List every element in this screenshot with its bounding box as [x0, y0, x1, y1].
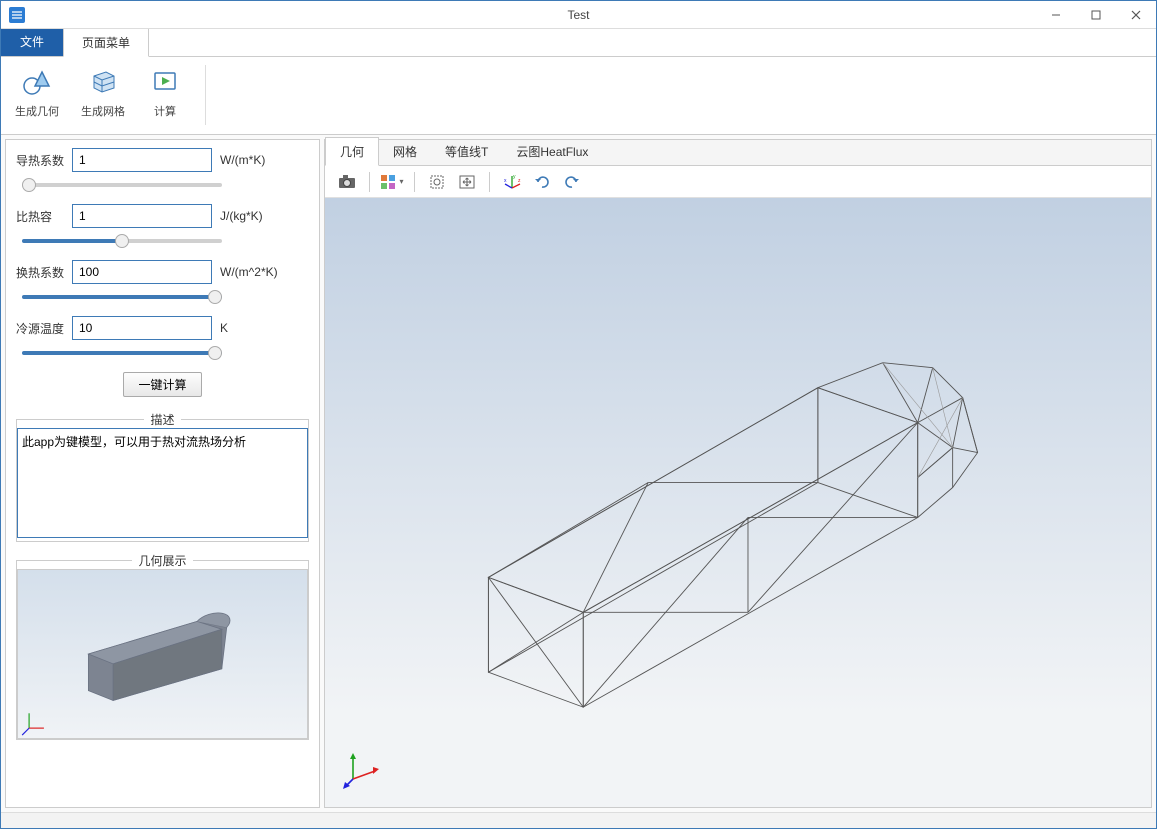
tab-isoline[interactable]: 等值线T — [431, 138, 502, 165]
one-click-compute-row: 一键计算 — [16, 372, 309, 397]
ribbon-mesh-label: 生成网格 — [81, 103, 125, 119]
ribbon-generate-mesh[interactable]: 生成网格 — [77, 61, 129, 121]
specific-heat-slider[interactable] — [22, 239, 222, 243]
cold-source-temp-slider-wrap — [22, 344, 222, 358]
geometry-icon — [19, 63, 55, 99]
thermal-conductivity-slider-wrap — [22, 176, 222, 190]
thermal-conductivity-slider[interactable] — [22, 183, 222, 187]
tab-cloud[interactable]: 云图HeatFlux — [502, 138, 602, 165]
param-heat-transfer-coef: 换热系数 W/(m^2*K) — [16, 260, 309, 284]
heat-transfer-coef-unit: W/(m^2*K) — [220, 265, 278, 279]
snapshot-button[interactable] — [333, 169, 361, 195]
menu-file[interactable]: 文件 — [1, 27, 63, 56]
menu-bar: 文件 页面菜单 — [1, 29, 1156, 57]
title-bar: Test — [1, 1, 1156, 29]
specific-heat-slider-wrap — [22, 232, 222, 246]
geometry-preview-fieldset: 几何展示 — [16, 552, 309, 740]
description-legend: 描述 — [144, 411, 180, 428]
zoom-extents-icon — [428, 174, 446, 190]
close-button[interactable] — [1116, 1, 1156, 28]
app-icon — [7, 5, 27, 25]
menu-page[interactable]: 页面菜单 — [63, 28, 149, 57]
rotate-cw-button[interactable] — [558, 169, 586, 195]
tab-mesh[interactable]: 网格 — [379, 138, 431, 165]
minimize-button[interactable] — [1036, 1, 1076, 28]
svg-text:z: z — [518, 178, 521, 184]
view-presets-button[interactable]: ▾ — [378, 169, 406, 195]
heat-transfer-coef-slider-wrap — [22, 288, 222, 302]
maximize-button[interactable] — [1076, 1, 1116, 28]
description-fieldset: 描述 — [16, 411, 309, 542]
cold-source-temp-slider[interactable] — [22, 351, 222, 355]
heat-transfer-coef-input[interactable] — [72, 260, 212, 284]
specific-heat-label: 比热容 — [16, 208, 64, 225]
compute-icon — [147, 63, 183, 99]
toolbar-separator — [414, 172, 415, 192]
status-bar — [1, 812, 1156, 828]
ribbon-geometry-label: 生成几何 — [15, 103, 59, 119]
content-area: 导热系数 W/(m*K) 比热容 J/(kg*K) 换热系数 W/(m^2*K)… — [1, 135, 1156, 812]
rotate-cw-icon — [563, 174, 581, 190]
axis-button[interactable]: yz x — [498, 169, 526, 195]
heat-transfer-coef-label: 换热系数 — [16, 264, 64, 281]
axis-triad — [343, 749, 383, 789]
window-title: Test — [567, 8, 589, 22]
toolbar-separator — [369, 172, 370, 192]
cold-source-temp-label: 冷源温度 — [16, 320, 64, 337]
param-thermal-conductivity: 导热系数 W/(m*K) — [16, 148, 309, 172]
ribbon-separator — [205, 65, 206, 125]
sidebar: 导热系数 W/(m*K) 比热容 J/(kg*K) 换热系数 W/(m^2*K)… — [5, 139, 320, 808]
pan-button[interactable] — [453, 169, 481, 195]
toolbar-separator — [489, 172, 490, 192]
pan-icon — [458, 174, 476, 190]
camera-icon — [338, 174, 356, 190]
geometry-preview-legend: 几何展示 — [132, 552, 192, 569]
cold-source-temp-input[interactable] — [72, 316, 212, 340]
thermal-conductivity-label: 导热系数 — [16, 152, 64, 169]
viewport-toolbar: ▾ yz x — [325, 166, 1151, 198]
mesh-icon — [85, 63, 121, 99]
rotate-ccw-button[interactable] — [528, 169, 556, 195]
main-tabs: 几何 网格 等值线T 云图HeatFlux — [325, 140, 1151, 166]
svg-text:y: y — [513, 174, 516, 180]
ribbon-compute-label: 计算 — [154, 103, 176, 119]
svg-text:x: x — [504, 178, 507, 184]
views-icon — [380, 174, 398, 190]
geometry-preview-viewport[interactable] — [17, 569, 308, 739]
ribbon: 生成几何 生成网格 计算 — [1, 57, 1156, 135]
dropdown-icon: ▾ — [399, 177, 403, 186]
ribbon-generate-geometry[interactable]: 生成几何 — [11, 61, 63, 121]
thermal-conductivity-input[interactable] — [72, 148, 212, 172]
window-controls — [1036, 1, 1156, 28]
param-specific-heat: 比热容 J/(kg*K) — [16, 204, 309, 228]
param-cold-source-temp: 冷源温度 K — [16, 316, 309, 340]
3d-viewport[interactable] — [325, 198, 1151, 807]
specific-heat-unit: J/(kg*K) — [220, 209, 263, 223]
main-panel: 几何 网格 等值线T 云图HeatFlux ▾ yz x — [324, 139, 1152, 808]
ribbon-compute[interactable]: 计算 — [143, 61, 187, 121]
description-textarea[interactable] — [17, 428, 308, 538]
specific-heat-input[interactable] — [72, 204, 212, 228]
cold-source-temp-unit: K — [220, 321, 228, 335]
heat-transfer-coef-slider[interactable] — [22, 295, 222, 299]
thermal-conductivity-unit: W/(m*K) — [220, 153, 265, 167]
rotate-ccw-icon — [533, 174, 551, 190]
tab-geometry[interactable]: 几何 — [325, 137, 379, 166]
zoom-extents-button[interactable] — [423, 169, 451, 195]
axis-icon: yz x — [503, 174, 521, 190]
one-click-compute-button[interactable]: 一键计算 — [123, 372, 201, 397]
